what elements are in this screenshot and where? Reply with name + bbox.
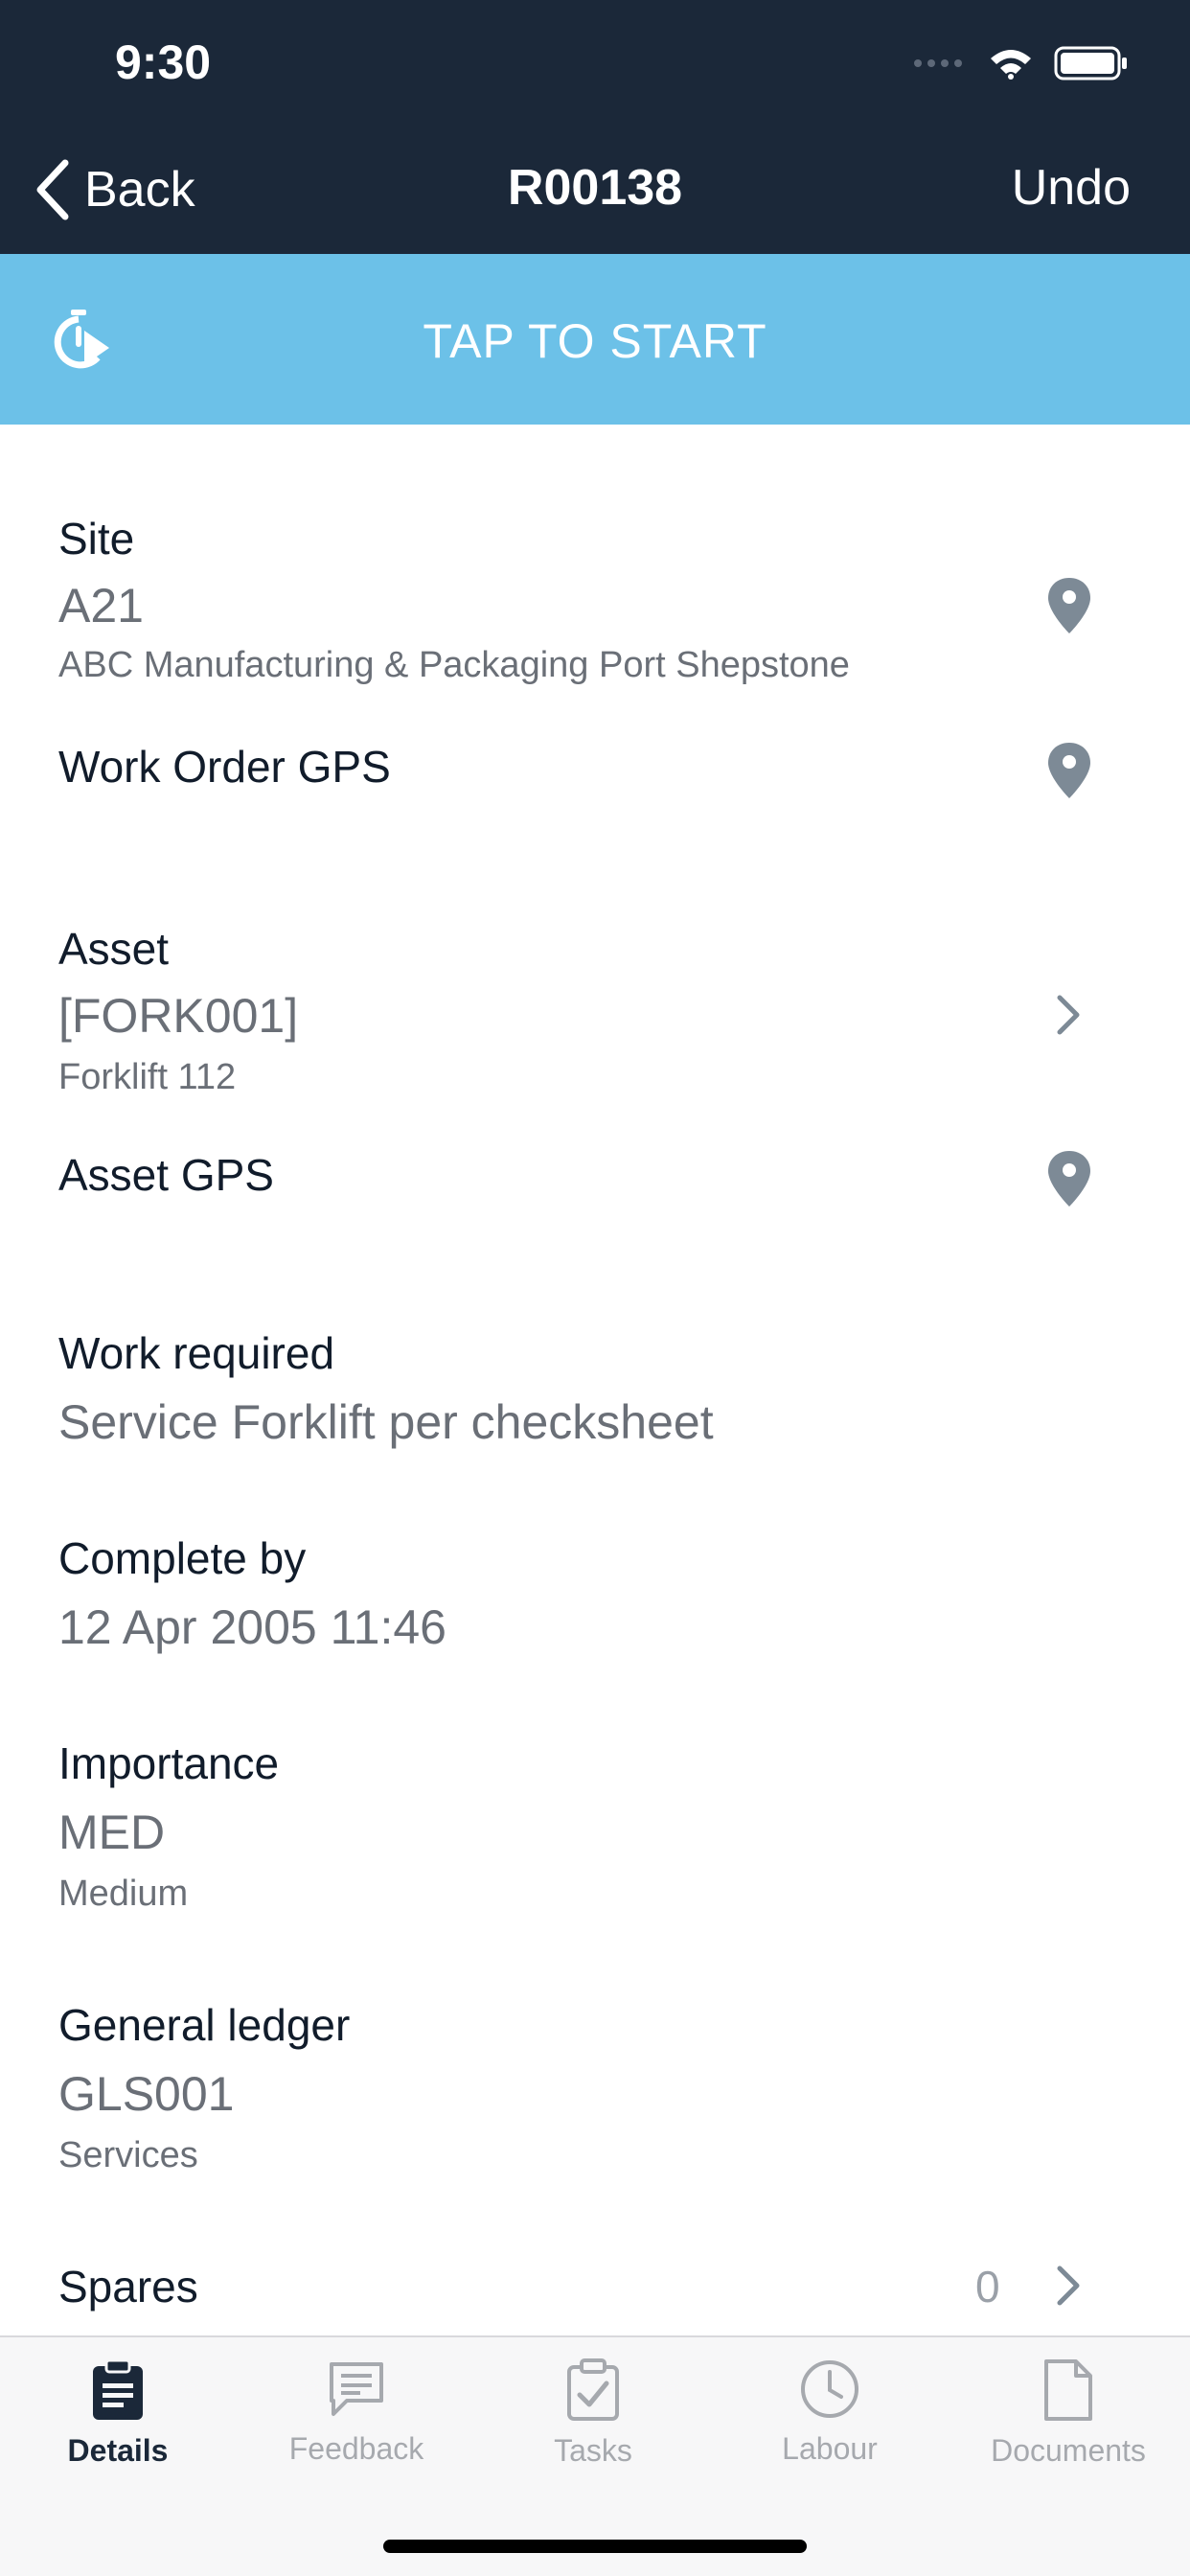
site-value: A21	[58, 579, 144, 632]
location-pin-icon[interactable]	[1046, 741, 1092, 800]
clipboard-list-icon	[93, 2358, 143, 2420]
site-description: ABC Manufacturing & Packaging Port Sheps…	[58, 645, 850, 685]
importance-value: MED	[58, 1806, 166, 1859]
importance-description: Medium	[58, 1874, 189, 1914]
importance-row: Importance MED Medium	[0, 1737, 1190, 1929]
tab-tasks-label: Tasks	[554, 2433, 632, 2468]
asset-row[interactable]: Asset [FORK001] Forklift 112	[0, 923, 1190, 1115]
tab-feedback[interactable]: Feedback	[261, 2358, 452, 2502]
complete-by-value: 12 Apr 2005 11:46	[58, 1600, 446, 1654]
clipboard-check-icon	[567, 2358, 619, 2421]
importance-label: Importance	[58, 1738, 280, 1788]
tab-documents[interactable]: Documents	[973, 2358, 1164, 2502]
work-required-value: Service Forklift per checksheet	[58, 1395, 714, 1449]
wifi-icon	[989, 47, 1033, 84]
work-required-row: Work required Service Forklift per check…	[0, 1327, 1190, 1481]
tab-documents-label: Documents	[991, 2433, 1146, 2468]
site-label: Site	[58, 514, 135, 564]
undo-button[interactable]: Undo	[1012, 159, 1131, 217]
tab-labour-label: Labour	[782, 2431, 878, 2466]
status-time: 9:30	[115, 35, 212, 89]
location-pin-icon[interactable]	[1046, 576, 1092, 635]
asset-description: Forklift 112	[58, 1057, 237, 1097]
signal-icon	[912, 57, 968, 75]
asset-label: Asset	[58, 924, 170, 974]
general-ledger-label: General ledger	[58, 2000, 351, 2050]
location-pin-icon[interactable]	[1046, 1149, 1092, 1208]
work-order-gps-label: Work Order GPS	[58, 742, 391, 792]
tab-details[interactable]: Details	[22, 2358, 214, 2502]
tab-tasks[interactable]: Tasks	[497, 2358, 689, 2502]
battery-icon	[1054, 46, 1129, 85]
chevron-right-icon	[1057, 995, 1080, 1035]
tab-details-label: Details	[67, 2433, 169, 2468]
complete-by-label: Complete by	[58, 1533, 307, 1583]
work-order-gps-row[interactable]: Work Order GPS	[0, 741, 1190, 856]
chevron-right-icon	[1057, 2266, 1080, 2306]
work-required-label: Work required	[58, 1328, 335, 1378]
tap-to-start-label: TAP TO START	[423, 314, 767, 368]
document-icon	[1044, 2359, 1092, 2421]
navigation-bar: Back R00138 Undo	[0, 153, 1190, 222]
asset-gps-label: Asset GPS	[58, 1150, 274, 1200]
message-icon	[330, 2362, 383, 2416]
general-ledger-description: Services	[58, 2135, 198, 2175]
general-ledger-value: GLS001	[58, 2067, 235, 2121]
tab-labour[interactable]: Labour	[734, 2358, 926, 2502]
clock-icon	[801, 2360, 858, 2418]
status-icons	[912, 46, 1129, 85]
header: 9:30 Back R00138 Undo	[0, 0, 1190, 254]
site-row[interactable]: Site A21 ABC Manufacturing & Packaging P…	[0, 425, 1190, 685]
complete-by-row: Complete by 12 Apr 2005 11:46	[0, 1532, 1190, 1686]
asset-value: [FORK001]	[58, 989, 299, 1043]
tap-to-start-button[interactable]: TAP TO START	[0, 254, 1190, 425]
tab-feedback-label: Feedback	[288, 2431, 424, 2466]
spares-label: Spares	[58, 2262, 198, 2312]
asset-gps-row[interactable]: Asset GPS	[0, 1149, 1190, 1264]
spares-count: 0	[975, 2262, 1000, 2312]
home-indicator[interactable]	[383, 2540, 807, 2553]
details-list: Site A21 ABC Manufacturing & Packaging P…	[0, 425, 1190, 2335]
spares-row[interactable]: Spares 0	[0, 2261, 1190, 2335]
general-ledger-row: General ledger GLS001 Services	[0, 1999, 1190, 2191]
